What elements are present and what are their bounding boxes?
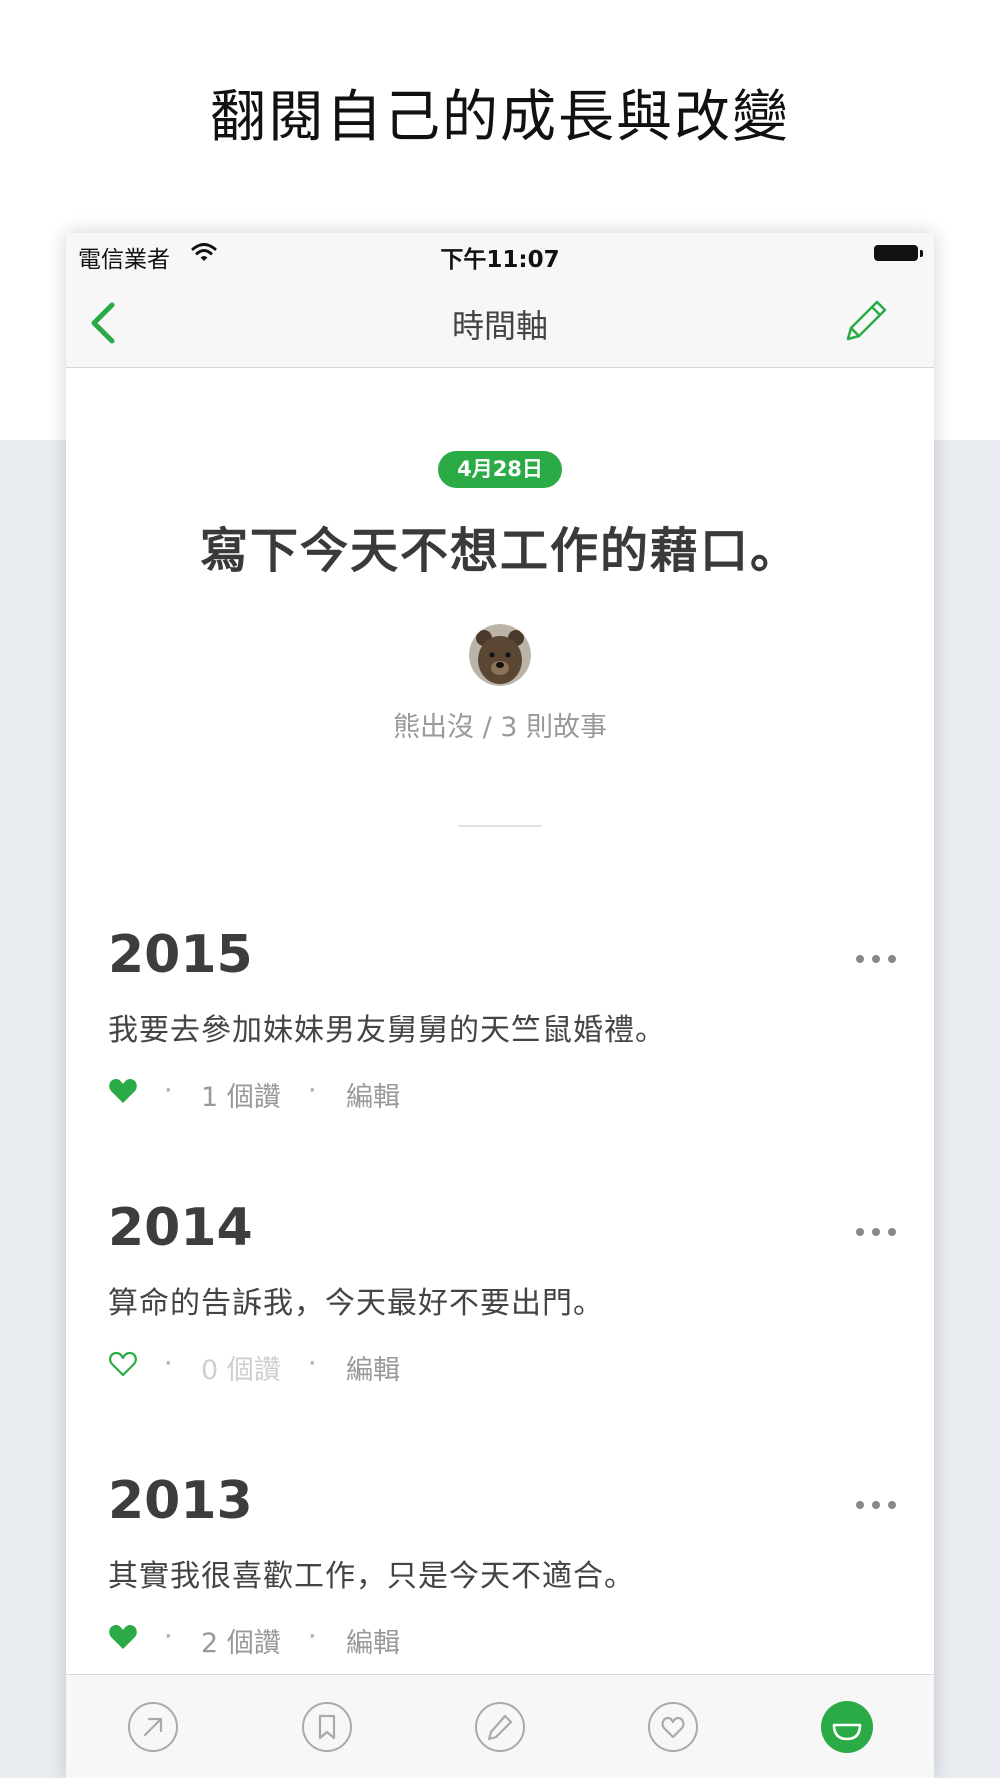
entry-year: 2014 <box>108 1198 253 1258</box>
entry-meta: · 0 個讚 · 編輯 <box>108 1348 708 1387</box>
heart-filled-icon[interactable] <box>108 1077 138 1105</box>
date-badge: 4月28日 <box>438 451 562 488</box>
phone-screen: 電信業者 下午11:07 時間軸 4月28日 寫下今天不想工作的藉口。 熊出沒 … <box>66 233 934 1778</box>
author-line[interactable]: 熊出沒 / 3 則故事 <box>66 705 934 744</box>
entry-text: 我要去參加妹妹男友舅舅的天竺鼠婚禮。 <box>108 1013 666 1048</box>
heart-outline-icon[interactable] <box>108 1350 138 1378</box>
more-icon[interactable] <box>854 953 898 965</box>
smile-icon[interactable] <box>821 1701 873 1753</box>
entry-meta: · 2 個讚 · 編輯 <box>108 1621 708 1660</box>
avatar[interactable] <box>469 624 531 686</box>
share-arrow-icon[interactable] <box>127 1701 179 1753</box>
more-icon[interactable] <box>854 1499 898 1511</box>
divider <box>458 825 542 827</box>
promo-headline: 翻閱自己的成長與改變 <box>210 85 790 150</box>
battery-icon <box>874 245 923 261</box>
separator-dot: · <box>308 1621 317 1652</box>
story-entry: 2015 我要去參加妹妹男友舅舅的天竺鼠婚禮。 · 1 個讚 · 編輯 <box>108 925 898 1155</box>
bear-icon <box>469 624 531 686</box>
nav-title: 時間軸 <box>451 307 548 345</box>
entry-text: 其實我很喜歡工作，只是今天不適合。 <box>108 1559 635 1594</box>
like-count[interactable]: 0 個讚 <box>201 1348 281 1387</box>
navigation-bar: 時間軸 <box>66 275 934 368</box>
separator-dot: · <box>164 1348 173 1379</box>
like-count[interactable]: 2 個讚 <box>201 1621 281 1660</box>
edit-link[interactable]: 編輯 <box>346 1621 400 1660</box>
separator-dot: · <box>164 1621 173 1652</box>
heart-filled-icon[interactable] <box>108 1623 138 1651</box>
entry-year: 2015 <box>108 925 253 985</box>
edit-link[interactable]: 編輯 <box>346 1348 400 1387</box>
entry-text: 算命的告訴我，今天最好不要出門。 <box>108 1286 604 1321</box>
heart-icon[interactable] <box>647 1701 699 1753</box>
separator-dot: · <box>308 1348 317 1379</box>
entry-year: 2013 <box>108 1471 253 1531</box>
question-title: 寫下今天不想工作的藉口。 <box>199 523 800 579</box>
like-count[interactable]: 1 個讚 <box>201 1075 281 1114</box>
edit-link[interactable]: 編輯 <box>346 1075 400 1114</box>
tab-bar <box>66 1674 934 1778</box>
pencil-icon[interactable] <box>474 1701 526 1753</box>
entry-meta: · 1 個讚 · 編輯 <box>108 1075 708 1114</box>
clock: 下午11:07 <box>440 247 560 273</box>
status-bar: 電信業者 下午11:07 <box>66 233 934 275</box>
separator-dot: · <box>308 1075 317 1106</box>
story-entry: 2013 其實我很喜歡工作，只是今天不適合。 · 2 個讚 · 編輯 <box>108 1471 898 1701</box>
separator-dot: · <box>164 1075 173 1106</box>
pencil-icon[interactable] <box>844 297 890 343</box>
story-entry: 2014 算命的告訴我，今天最好不要出門。 · 0 個讚 · 編輯 <box>108 1198 898 1428</box>
more-icon[interactable] <box>854 1226 898 1238</box>
bookmark-icon[interactable] <box>301 1701 353 1753</box>
